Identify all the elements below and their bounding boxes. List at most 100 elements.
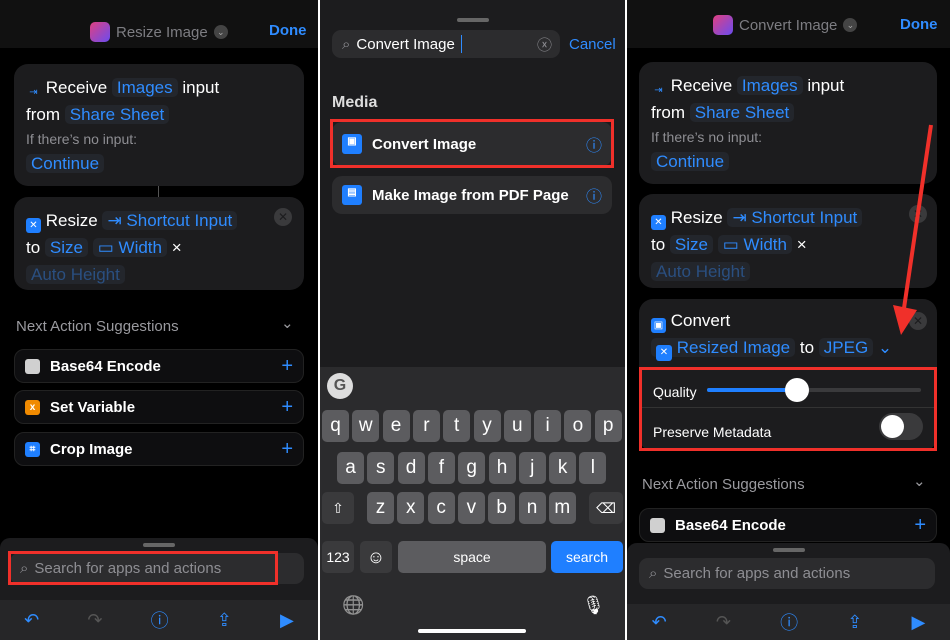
type-token[interactable]: Images: [736, 76, 803, 95]
suggestion-row[interactable]: Base64 Encode +: [14, 349, 304, 383]
done-button[interactable]: Done: [269, 22, 307, 39]
suggestion-row[interactable]: Base64 Encode +: [639, 508, 937, 542]
search-key[interactable]: search: [551, 541, 623, 573]
size-token[interactable]: Size: [44, 238, 88, 257]
undo-icon[interactable]: ↶: [24, 610, 39, 631]
key-y[interactable]: y: [473, 410, 501, 442]
size-token[interactable]: Size: [669, 235, 713, 254]
key-l[interactable]: l: [579, 452, 607, 484]
add-icon[interactable]: +: [281, 438, 293, 461]
remove-action-icon[interactable]: ✕: [274, 208, 292, 226]
key-x[interactable]: x: [397, 492, 425, 524]
shortcuts-app-icon: [713, 15, 733, 35]
key-e[interactable]: e: [382, 410, 410, 442]
emoji-key[interactable]: ☺: [360, 541, 392, 573]
redo-icon[interactable]: ↷: [716, 612, 731, 633]
sheet-grabber[interactable]: [772, 548, 805, 552]
source-token[interactable]: Share Sheet: [689, 103, 795, 122]
key-n[interactable]: n: [518, 492, 546, 524]
key-v[interactable]: v: [457, 492, 485, 524]
source-token[interactable]: Share Sheet: [64, 105, 170, 124]
suggestion-row[interactable]: ⌗ Crop Image +: [14, 432, 304, 466]
info-icon[interactable]: ⓘ: [586, 183, 602, 207]
base64-icon: [25, 358, 40, 374]
width-token[interactable]: ▭ Width: [92, 238, 167, 257]
sheet-grabber[interactable]: [456, 18, 489, 22]
share-icon[interactable]: ⇪: [847, 612, 862, 633]
format-token[interactable]: JPEG: [818, 338, 874, 357]
width-text: Width: [743, 235, 787, 254]
pdf-image-icon: ▤: [342, 185, 362, 205]
search-input[interactable]: ⌕ Search for apps and actions: [639, 558, 935, 589]
key-j[interactable]: j: [518, 452, 546, 484]
resize-label: Resize: [670, 208, 723, 227]
key-i[interactable]: i: [534, 410, 562, 442]
run-icon[interactable]: ▶: [912, 612, 926, 633]
height-token[interactable]: Auto Height: [651, 262, 750, 281]
share-icon[interactable]: ⇪: [217, 610, 232, 631]
search-input[interactable]: ⌕ Convert Image ⓧ: [332, 30, 560, 58]
receive-action-card: ⇥ Receive Images input from Share Sheet …: [14, 64, 304, 186]
result-row[interactable]: ▤ Make Image from PDF Page ⓘ: [332, 176, 612, 214]
key-r[interactable]: r: [412, 410, 440, 442]
delete-key[interactable]: ⌫: [589, 492, 623, 524]
connector: [158, 186, 159, 197]
space-key[interactable]: space: [398, 541, 546, 573]
key-c[interactable]: c: [427, 492, 455, 524]
fallback-token[interactable]: Continue: [26, 154, 105, 173]
key-d[interactable]: d: [397, 452, 425, 484]
suggestion-row[interactable]: x Set Variable +: [14, 390, 304, 424]
info-icon[interactable]: ⓘ: [780, 609, 798, 635]
undo-icon[interactable]: ↶: [652, 612, 667, 633]
input-token-text: Resized Image: [676, 338, 791, 357]
add-icon[interactable]: +: [281, 396, 293, 419]
add-icon[interactable]: +: [281, 355, 293, 378]
microphone-icon[interactable]: 🎙: [582, 595, 605, 616]
globe-icon[interactable]: 🌐: [342, 595, 364, 616]
info-icon[interactable]: ⓘ: [151, 607, 169, 633]
sheet-grabber[interactable]: [143, 543, 175, 547]
shift-key[interactable]: ⇧: [322, 492, 354, 524]
panel-convert-image: Convert Image ⌄ Done ⇥ Receive Images inp…: [627, 0, 950, 640]
key-k[interactable]: k: [549, 452, 577, 484]
input-token[interactable]: ⇥ Shortcut Input: [727, 208, 863, 227]
key-s[interactable]: s: [367, 452, 395, 484]
key-b[interactable]: b: [488, 492, 516, 524]
red-arrow-annotation: [893, 124, 933, 335]
redo-icon[interactable]: ↷: [87, 610, 102, 631]
type-token[interactable]: Images: [111, 78, 178, 97]
key-z[interactable]: z: [367, 492, 394, 524]
input-label: input: [807, 76, 845, 95]
done-button[interactable]: Done: [900, 16, 938, 33]
key-w[interactable]: w: [352, 410, 380, 442]
key-q[interactable]: q: [322, 410, 349, 442]
cancel-button[interactable]: Cancel: [569, 36, 616, 53]
key-h[interactable]: h: [488, 452, 516, 484]
key-f[interactable]: f: [427, 452, 455, 484]
add-icon[interactable]: +: [914, 514, 926, 537]
key-u[interactable]: u: [503, 410, 531, 442]
variable-icon: x: [25, 399, 40, 415]
input-token[interactable]: ✕ Resized Image: [651, 338, 796, 361]
expand-chevron-icon[interactable]: ⌄: [878, 338, 892, 357]
key-o[interactable]: o: [564, 410, 592, 442]
collapse-chevron-icon[interactable]: ⌄: [913, 472, 926, 490]
height-token[interactable]: Auto Height: [26, 265, 125, 284]
shortcut-title[interactable]: Resize Image ⌄: [90, 22, 228, 42]
width-token[interactable]: ▭ Width: [717, 235, 792, 254]
clear-icon[interactable]: ⓧ: [537, 34, 552, 55]
fallback-token[interactable]: Continue: [651, 152, 730, 171]
input-token[interactable]: ⇥ Shortcut Input: [102, 211, 238, 230]
key-m[interactable]: m: [548, 492, 576, 524]
key-g[interactable]: g: [458, 452, 486, 484]
numbers-key[interactable]: 123: [322, 541, 354, 573]
run-icon[interactable]: ▶: [280, 610, 294, 631]
key-t[interactable]: t: [443, 410, 471, 442]
collapse-chevron-icon[interactable]: ⌄: [281, 314, 294, 332]
key-p[interactable]: p: [594, 410, 622, 442]
grammarly-icon[interactable]: G: [327, 373, 353, 399]
shortcut-title[interactable]: Convert Image ⌄: [713, 15, 858, 35]
no-input-label: If there’s no input:: [651, 129, 763, 145]
key-a[interactable]: a: [337, 452, 364, 484]
resize-label: Resize: [45, 211, 98, 230]
